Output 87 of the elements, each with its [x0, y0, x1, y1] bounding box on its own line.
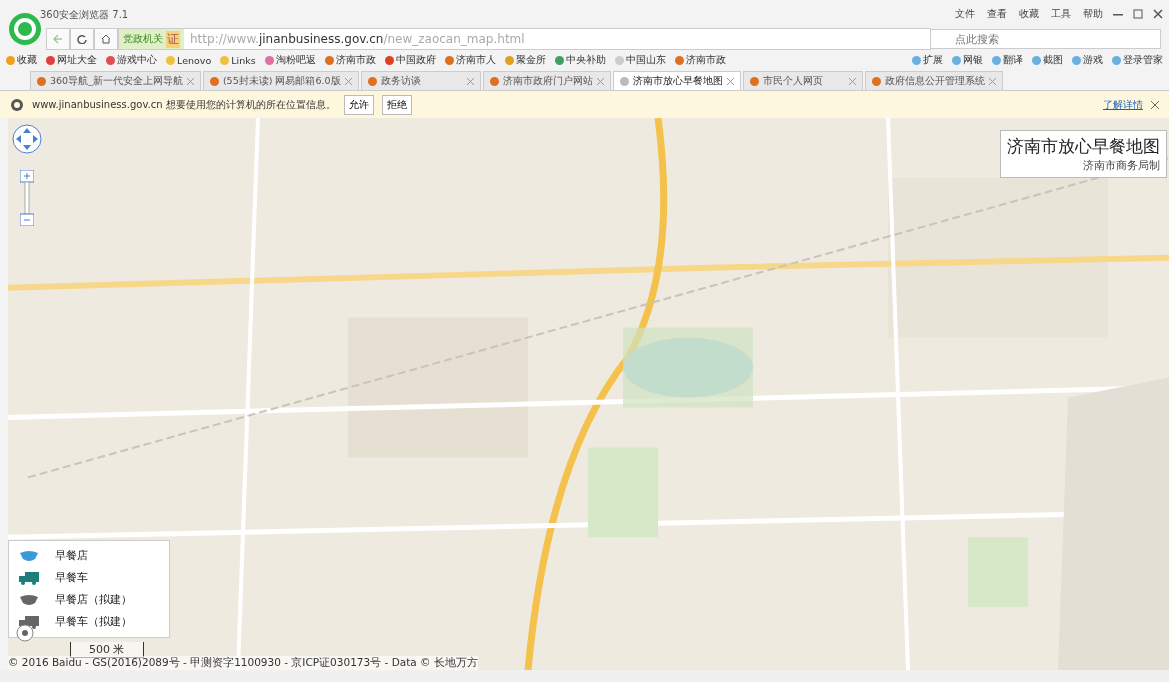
browser-tab[interactable]: 济南市政府门户网站	[482, 71, 611, 90]
favicon-icon	[384, 55, 394, 65]
menu-item[interactable]: 收藏	[1019, 7, 1039, 21]
toolbar-item[interactable]: 登录管家	[1112, 53, 1163, 67]
close-icon[interactable]	[1151, 100, 1159, 109]
favicon-icon	[614, 55, 624, 65]
favicon-icon	[46, 55, 55, 65]
favicon-icon	[619, 76, 629, 86]
pan-control-icon[interactable]	[12, 124, 42, 154]
browser-tab[interactable]: 360导航_新一代安全上网导航	[30, 71, 201, 90]
toolbar-item[interactable]: 游戏	[1072, 53, 1103, 67]
bookmark-item[interactable]: Links	[220, 54, 256, 66]
favicon-icon	[504, 55, 514, 65]
close-icon[interactable]	[1153, 9, 1163, 19]
map-copyright: © 2016 Baidu - GS(2016)2089号 - 甲测资字1100930 - 京ICP证030173号 - Data © 长地万方	[8, 656, 478, 670]
bookmark-item[interactable]: 收藏	[6, 53, 37, 67]
reload-icon	[77, 34, 87, 44]
favicon-icon	[220, 55, 230, 65]
browser-tab[interactable]: 政务访谈	[360, 71, 481, 90]
favicon-icon	[37, 76, 46, 86]
favicon-icon	[489, 76, 499, 86]
favicon-icon	[952, 55, 961, 65]
map-subtitle: 济南市商务局制	[1083, 158, 1160, 173]
legend-label: 早餐店（拟建）	[55, 593, 132, 607]
bookmark-item[interactable]: Lenovo	[166, 54, 212, 66]
toolbar-item[interactable]: 截图	[1032, 53, 1063, 67]
map-title: 济南市放心早餐地图	[1007, 135, 1160, 158]
close-icon[interactable]	[726, 77, 734, 85]
favicon-icon	[554, 55, 564, 65]
bookmark-item[interactable]: 中国山东	[614, 53, 666, 67]
favicon-icon	[1072, 55, 1081, 65]
legend-label: 早餐店	[55, 549, 88, 563]
legend-label: 早餐车（拟建）	[55, 615, 132, 629]
address-field[interactable]: 党政机关 证 http://www.jinanbusiness.gov.cn/new_zaocan_map.html	[118, 28, 931, 50]
back-icon	[53, 34, 63, 44]
legend-label: 早餐车	[55, 571, 88, 585]
favicon-icon	[674, 55, 684, 65]
site-badge[interactable]: 党政机关 证	[119, 29, 184, 49]
zoom-slider-icon[interactable]	[20, 170, 34, 226]
home-icon	[101, 34, 111, 44]
favicon-icon	[166, 55, 175, 65]
browser-tab[interactable]: 政府信息公开管理系统	[864, 71, 1003, 90]
toolbar-item[interactable]: 翻译	[992, 53, 1023, 67]
permission-button[interactable]: 允许	[343, 94, 374, 115]
favicon-icon	[912, 55, 921, 65]
browser-tab[interactable]: 济南市放心早餐地图	[612, 71, 741, 90]
favicon-icon	[324, 55, 334, 65]
toolbar-item[interactable]: 网银	[952, 53, 983, 67]
favicon-icon	[871, 76, 881, 86]
details-link[interactable]: 了解详情	[1103, 97, 1143, 112]
bookmark-item[interactable]: 济南市政	[324, 53, 376, 67]
bookmark-item[interactable]: 中央补助	[554, 53, 606, 67]
bookmark-item[interactable]: 淘粉吧返	[264, 53, 316, 67]
toolbar-item[interactable]: 扩展	[912, 53, 943, 67]
browser-logo-icon[interactable]	[8, 12, 42, 46]
favicon-icon	[444, 55, 454, 65]
maximize-icon[interactable]	[1133, 9, 1143, 19]
bookmark-item[interactable]: 网址大全	[46, 53, 97, 67]
permission-message: www.jinanbusiness.gov.cn 想要使用您的计算机的所在位置信息。	[32, 97, 336, 112]
menu-item[interactable]: 文件	[955, 7, 975, 21]
search-field[interactable]: 点此搜索	[931, 29, 1161, 49]
window-title: 360安全浏览器 7.1	[40, 8, 130, 22]
bookmark-item[interactable]: 聚金所	[504, 53, 546, 67]
bookmark-item[interactable]: 中国政府	[384, 53, 436, 67]
location-icon	[10, 97, 24, 112]
favicon-icon	[209, 76, 219, 86]
bookmark-item[interactable]: 游戏中心	[106, 53, 157, 67]
favicon-icon	[1032, 55, 1041, 65]
menu-item[interactable]: 帮助	[1083, 7, 1103, 21]
menu-item[interactable]: 查看	[987, 7, 1007, 21]
favicon-icon	[1112, 55, 1121, 65]
favicon-icon	[264, 55, 274, 65]
favicon-icon	[6, 55, 15, 65]
map-scale: 500 米	[70, 642, 144, 658]
menu-item[interactable]: 工具	[1051, 7, 1071, 21]
url-text: http://www.jinanbusiness.gov.cn/new_zaocan_map.html	[190, 32, 526, 46]
bookmark-item[interactable]: 济南市政	[674, 53, 726, 67]
favicon-icon	[992, 55, 1001, 65]
favicon-icon	[749, 76, 759, 86]
favicon-icon	[106, 55, 115, 65]
browser-tab[interactable]: (55封未读) 网易邮箱6.0版	[202, 71, 359, 90]
reload-button[interactable]	[70, 28, 94, 50]
browser-tab[interactable]: 市民个人网页	[742, 71, 863, 90]
locate-icon[interactable]	[16, 624, 34, 642]
favicon-icon	[367, 76, 377, 86]
bookmark-item[interactable]: 济南市人	[444, 53, 496, 67]
permission-button[interactable]: 拒绝	[381, 94, 412, 115]
